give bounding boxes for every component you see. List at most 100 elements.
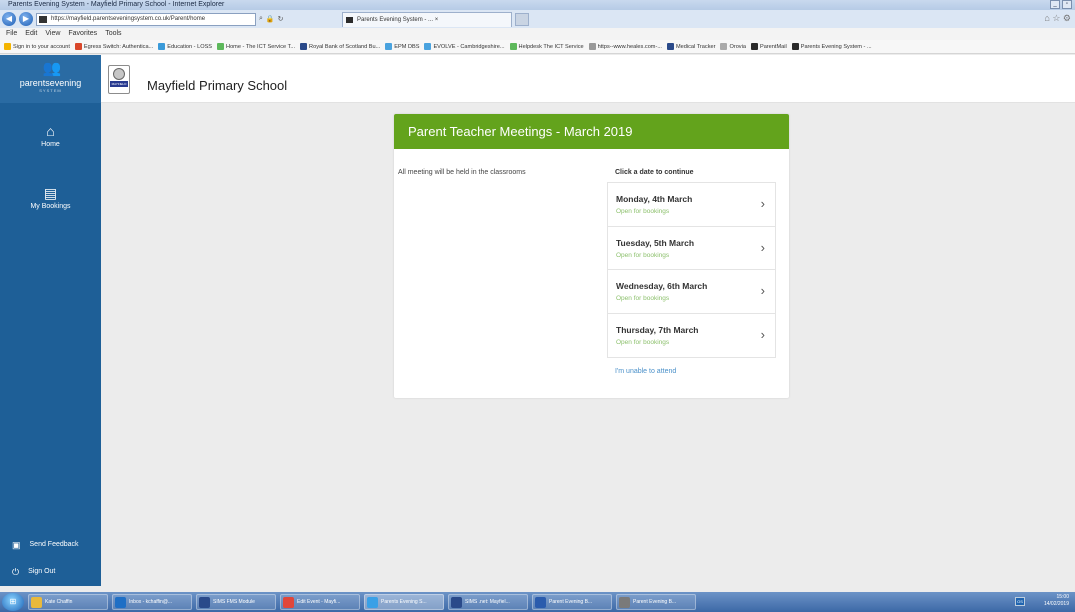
menu-bar: File Edit View Favorites Tools [0, 28, 1075, 40]
clock-date: 14/02/2019 [1043, 601, 1069, 607]
menu-tools[interactable]: Tools [105, 28, 121, 40]
favorite-star-icon [4, 43, 11, 50]
url-input[interactable]: https://mayfield.parentseveningsystem.co… [36, 12, 256, 26]
date-item-wednesday[interactable]: Wednesday, 6th March Open for bookings › [608, 270, 775, 314]
outlook-icon [115, 597, 126, 608]
sign-out-button[interactable]: ⏻ Sign Out [0, 564, 101, 580]
window-controls: _ ▫ [1050, 0, 1072, 9]
favorite-item[interactable]: EPM DBS [385, 40, 419, 53]
sims-icon [451, 597, 462, 608]
school-logo-text: MAYFIELD [110, 81, 128, 87]
date-status: Open for bookings [616, 208, 670, 215]
date-item-monday[interactable]: Monday, 4th March Open for bookings › [608, 183, 775, 227]
send-feedback-label: Send Feedback [29, 541, 79, 548]
home-icon: ⌂ [46, 123, 55, 139]
paint-icon [619, 597, 630, 608]
browser-right-icons: ⌂ ☆ ⚙ [1044, 13, 1071, 24]
star-icon[interactable]: ☆ [1052, 13, 1060, 23]
sidebar-item-home[interactable]: ⌂ Home [0, 123, 101, 148]
tray-icon[interactable]: OS [1015, 597, 1025, 606]
favorite-item[interactable]: Helpdesk The ICT Service [509, 40, 584, 53]
favorite-icon [385, 43, 393, 50]
chevron-right-icon: › [760, 283, 765, 298]
url-tools: ⌕ 🔒 ↻ [259, 13, 339, 26]
search-icon[interactable]: ⌕ [259, 15, 263, 23]
favorite-icon [720, 43, 728, 50]
favorite-item[interactable]: Egress Switch: Authentica... [74, 40, 153, 53]
date-label: Wednesday, 6th March [616, 281, 708, 291]
favorite-item[interactable]: EVOLVE - Cambridgeshire... [424, 40, 505, 53]
address-bar: ◀ ▶ https://mayfield.parentseveningsyste… [0, 10, 1075, 28]
document-icon: ▤ [43, 185, 58, 201]
back-button[interactable]: ◀ [2, 12, 16, 26]
favorite-icon [158, 43, 166, 50]
taskbar-item[interactable]: Inbox - kchaffin@... [112, 594, 192, 610]
new-tab-button[interactable] [515, 12, 529, 26]
refresh-icon[interactable]: ↻ [278, 15, 284, 23]
favorite-item[interactable]: Sign in to your account [4, 40, 70, 53]
date-list: Monday, 4th March Open for bookings › Tu… [607, 182, 776, 358]
school-crest-icon [113, 68, 125, 80]
favorite-item[interactable]: Education - LOSS [158, 40, 212, 53]
fms-icon [199, 597, 210, 608]
url-text: https://mayfield.parentseveningsystem.co… [51, 15, 206, 22]
window-titlebar: Parents Evening System - Mayfield Primar… [0, 0, 1075, 10]
taskbar-item[interactable]: Kate Chaffin [28, 594, 108, 610]
favorite-item[interactable]: Orovia [720, 40, 746, 53]
favorite-item[interactable]: Home - The ICT Service T... [217, 40, 295, 53]
sidebar-item-label: Home [41, 141, 60, 148]
choose-date-label: Click a date to continue [615, 169, 694, 176]
date-item-thursday[interactable]: Thursday, 7th March Open for bookings › [608, 314, 775, 358]
favorite-icon [791, 43, 799, 50]
brand-sub: SYSTEM [39, 88, 62, 93]
sidebar: 👥 parentsevening SYSTEM ⌂ Home ▤ My Book… [0, 55, 101, 586]
feedback-icon: ▣ [12, 540, 21, 550]
menu-favorites[interactable]: Favorites [68, 28, 97, 40]
send-feedback-button[interactable]: ▣ Send Feedback [0, 537, 101, 553]
gear-icon[interactable]: ⚙ [1063, 13, 1071, 23]
school-name: Mayfield Primary School [147, 78, 288, 93]
taskbar-item[interactable]: Parent Evening B... [616, 594, 696, 610]
lock-icon[interactable]: 🔒 [266, 15, 275, 23]
date-item-tuesday[interactable]: Tuesday, 5th March Open for bookings › [608, 227, 775, 270]
taskbar-item[interactable]: SIMS .net: Mayfiel... [448, 594, 528, 610]
date-label: Tuesday, 5th March [616, 237, 695, 248]
chevron-right-icon: › [760, 196, 765, 211]
taskbar-item[interactable]: Edit Event - Mayfi... [280, 594, 360, 610]
tab-parents-evening[interactable]: Parents Evening System - ... × [342, 11, 512, 27]
minimize-button[interactable]: _ [1050, 0, 1060, 9]
clock-time: 15:00 [1056, 594, 1069, 600]
date-status: Open for bookings [616, 295, 670, 302]
favorite-item[interactable]: Royal Bank of Scotland Bu... [300, 40, 380, 53]
favorite-item[interactable]: ParentMail [750, 40, 787, 53]
taskbar-item[interactable]: Parents Evening S... [364, 594, 444, 610]
system-clock[interactable]: 15:00 14/02/2019 [1044, 594, 1069, 608]
menu-view[interactable]: View [45, 28, 60, 40]
maximize-button[interactable]: ▫ [1062, 0, 1072, 9]
favorite-icon [509, 43, 517, 50]
taskbar: ⊞ Kate Chaffin Inbox - kchaffin@... SIMS… [0, 592, 1075, 612]
taskbar-item[interactable]: SIMS FMS Module [196, 594, 276, 610]
menu-file[interactable]: File [6, 28, 17, 40]
favorites-bar: Sign in to your account Egress Switch: A… [0, 40, 1075, 54]
date-label: Thursday, 7th March [616, 324, 699, 335]
favorite-icon [424, 43, 432, 50]
unable-to-attend-link[interactable]: I'm unable to attend [615, 368, 676, 375]
home-browser-icon[interactable]: ⌂ [1044, 13, 1049, 23]
power-icon: ⏻ [12, 567, 20, 577]
tab-favicon-icon [346, 16, 353, 23]
menu-edit[interactable]: Edit [25, 28, 37, 40]
taskbar-item[interactable]: Parent Evening B... [532, 594, 612, 610]
brand-logo[interactable]: 👥 parentsevening SYSTEM [0, 55, 101, 103]
date-status: Open for bookings [616, 251, 670, 259]
favorite-icon [750, 43, 758, 50]
favorite-item[interactable]: Parents Evening System - ... [791, 40, 872, 53]
date-label: Monday, 4th March [616, 194, 693, 204]
sign-out-label: Sign Out [28, 568, 56, 575]
forward-button[interactable]: ▶ [19, 12, 33, 26]
favorite-item[interactable]: https--www.heales.com-... [588, 40, 662, 53]
start-button[interactable]: ⊞ [2, 593, 24, 611]
favorite-item[interactable]: Medical Tracker [667, 40, 715, 53]
window-title: Parents Evening System - Mayfield Primar… [8, 1, 225, 8]
sidebar-item-my-bookings[interactable]: ▤ My Bookings [0, 185, 101, 210]
